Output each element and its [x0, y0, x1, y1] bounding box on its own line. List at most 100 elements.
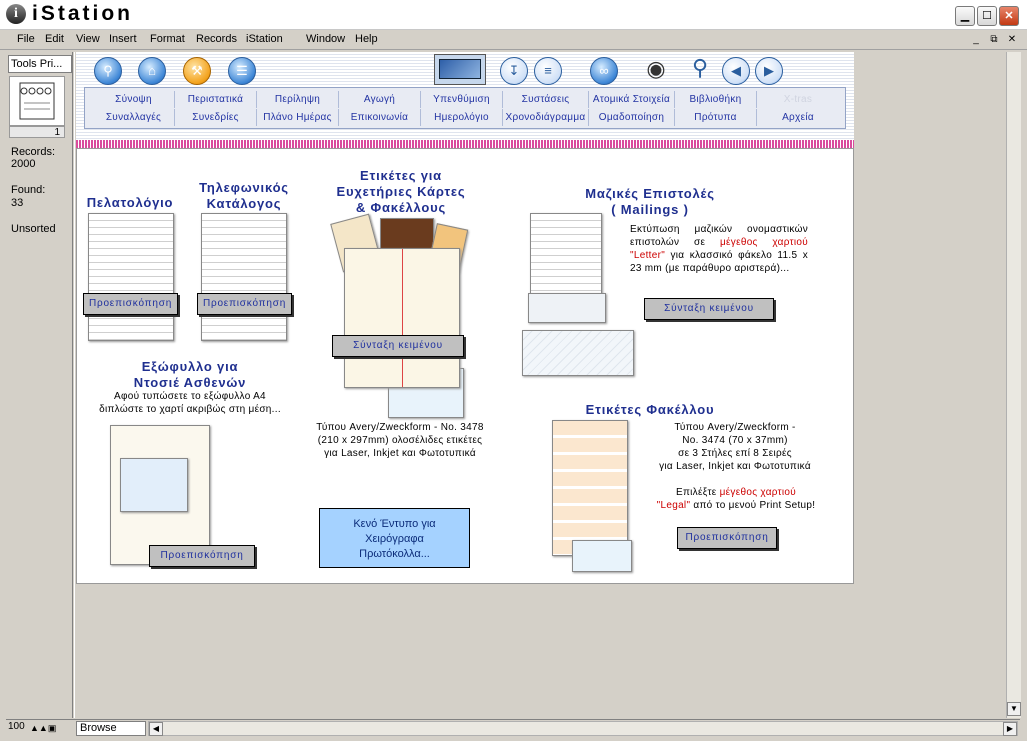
letter-thumbnail [530, 213, 602, 295]
records-label: Records: [11, 146, 56, 158]
mass-letters-compose-button[interactable]: Σύνταξη κειμένου [644, 298, 774, 320]
tab-calendar[interactable]: Ημερολόγιο [421, 109, 503, 126]
eye-icon[interactable]: ◉ [634, 58, 678, 80]
close-button[interactable]: ✕ [999, 6, 1019, 26]
greeting-labels-title-1: Ετικέτες για [360, 168, 442, 183]
tab-transactions[interactable]: Συναλλαγές [93, 109, 175, 126]
list-icon[interactable]: ☰ [228, 57, 256, 85]
maximize-button[interactable]: ☐ [977, 6, 997, 26]
patient-cover-barcode-image [120, 458, 188, 512]
title-bar [0, 0, 1027, 30]
blank-form-line-1: Κενό Έντυπο για [353, 518, 436, 530]
link-icon[interactable]: ∞ [590, 57, 618, 85]
found-value: 33 [11, 197, 24, 209]
tab-schedule[interactable]: Χρονοδιάγραμμα [503, 109, 589, 126]
app-logo-icon: i [6, 4, 26, 24]
scroll-down-icon[interactable]: ▼ [1007, 702, 1021, 716]
zoom-level[interactable]: 100 [8, 721, 25, 732]
forward-icon[interactable]: ▶ [755, 57, 783, 85]
tab-abstract[interactable]: Περίληψη [257, 91, 339, 108]
greeting-labels-desc-2: (210 x 297mm) ολοσέλιδες ετικέτες [317, 435, 483, 446]
mdi-restore-button[interactable]: ⧉ [986, 33, 1002, 47]
horizontal-scrollbar[interactable]: ◀ ▶ [148, 721, 1018, 736]
patient-cover-desc-2: διπλώστε το χαρτί ακριβώς στη μέση... [99, 404, 281, 415]
mass-letters-desc: Εκτύπωση μαζικών ονομαστικών επιστολών σ… [630, 223, 808, 275]
menu-istation[interactable]: iStation [246, 33, 283, 45]
envelope-labels-thumbnail [552, 420, 628, 556]
envelope-labels-legal: "Legal" [656, 500, 691, 511]
tab-personal-details[interactable]: Ατομικά Στοιχεία [589, 91, 675, 108]
tab-templates[interactable]: Πρότυπα [675, 109, 757, 126]
tab-cases[interactable]: Περιστατικά [175, 91, 257, 108]
found-label: Found: [11, 184, 46, 196]
client-list-title: Πελατολόγιο [86, 195, 174, 210]
records-value: 2000 [11, 158, 36, 170]
menu-format[interactable]: Format [150, 33, 185, 45]
blank-form-button[interactable]: Κενό Έντυπο για Χειρόγραφα Πρωτόκολλα... [319, 508, 470, 568]
patient-cover-preview-button[interactable]: Προεπισκόπηση [149, 545, 255, 567]
back-icon[interactable]: ◀ [722, 57, 750, 85]
greeting-labels-compose-button[interactable]: Σύνταξη κειμένου [332, 335, 464, 357]
tab-treatment[interactable]: Αγωγή [339, 91, 421, 108]
menu-records[interactable]: Records [196, 33, 237, 45]
envelope-labels-select-note: Επιλέξτε μέγεθος χαρτιού "Legal" από το μ… [650, 486, 822, 512]
menu-help[interactable]: Help [355, 33, 378, 45]
app-title: iStation [32, 2, 133, 25]
magnifier-icon[interactable]: ⚲ [690, 55, 710, 85]
phone-directory-title-2: Κατάλογος [206, 196, 282, 211]
envelope-labels-preview-button[interactable]: Προεπισκόπηση [677, 527, 777, 549]
envelope-labels-envelope-image [572, 540, 632, 572]
vertical-scrollbar[interactable]: ▼ [1006, 52, 1021, 718]
tab-day-plan[interactable]: Πλάνο Ημέρας [257, 109, 339, 126]
greeting-labels-thumbnail [344, 248, 460, 388]
tab-communication[interactable]: Επικοινωνία [339, 109, 421, 126]
home-icon[interactable]: ⌂ [138, 57, 166, 85]
envelope-labels-desc-3: σε 3 Στήλες επί 8 Σειρές [678, 448, 792, 459]
envelope-labels-desc-4: για Laser, Inkjet και Φωτοτυπικά [659, 461, 811, 472]
tab-sessions[interactable]: Συνεδρίες [175, 109, 257, 126]
sort-list-icon[interactable]: ≡ [534, 57, 562, 85]
tab-library[interactable]: Βιβλιοθήκη [675, 91, 757, 108]
book-icon[interactable] [9, 76, 65, 126]
mode-select[interactable]: Browse [76, 721, 146, 736]
sort-status: Unsorted [11, 223, 56, 235]
envelope-labels-desc-2: No. 3474 (70 x 37mm) [682, 435, 788, 446]
record-slider[interactable]: 1 [9, 126, 65, 138]
sidebar-divider [74, 52, 75, 718]
zoom-controls-icon[interactable]: ▲▲▣ [30, 723, 70, 734]
minimize-button[interactable]: ▁ [955, 6, 975, 26]
tab-reminder[interactable]: Υπενθύμιση [421, 91, 503, 108]
menu-view[interactable]: View [76, 33, 100, 45]
card-image [439, 59, 481, 79]
mass-letters-title-1: Μαζικές Επιστολές [585, 186, 715, 201]
mdi-close-button[interactable]: ✕ [1004, 33, 1020, 47]
tab-recommendations[interactable]: Συστάσεις [503, 91, 589, 108]
tab-grouping[interactable]: Ομαδοποίηση [589, 109, 675, 126]
greeting-labels-desc-1: Τύπου Avery/Zweckform - No. 3478 [316, 422, 484, 433]
tools-icon[interactable]: ⚒ [183, 57, 211, 85]
tab-files[interactable]: Αρχεία [757, 109, 839, 126]
tab-xtras[interactable]: X-tras [757, 91, 839, 108]
menu-edit[interactable]: Edit [45, 33, 64, 45]
menu-window[interactable]: Window [306, 33, 345, 45]
patient-cover-title-2: Ντοσιέ Ασθενών [133, 375, 247, 390]
header-divider [76, 140, 854, 148]
menu-insert[interactable]: Insert [109, 33, 137, 45]
scroll-right-icon[interactable]: ▶ [1003, 722, 1017, 736]
phone-directory-title-1: Τηλεφωνικός [199, 180, 289, 195]
phone-directory-preview-button[interactable]: Προεπισκόπηση [197, 293, 292, 315]
menu-bar: File Edit View Insert Format Records iSt… [0, 30, 1027, 50]
envelope-labels-select-a: Επιλέξτε [675, 487, 717, 498]
phone-directory-thumbnail [201, 213, 287, 341]
sort-down-icon[interactable]: ↧ [500, 57, 528, 85]
scroll-left-icon[interactable]: ◀ [149, 722, 163, 736]
greeting-labels-title-2: Ευχετήριες Κάρτες [336, 184, 466, 199]
envelope-labels-select-b: από το μενού Print Setup! [693, 500, 816, 511]
envelope-stack-image [522, 330, 634, 376]
tab-summary[interactable]: Σύνοψη [93, 91, 175, 108]
mdi-minimize-button[interactable]: _ [968, 33, 984, 47]
client-list-preview-button[interactable]: Προεπισκόπηση [83, 293, 178, 315]
menu-file[interactable]: File [17, 33, 35, 45]
search-icon[interactable]: ⚲ [94, 57, 122, 85]
layout-select[interactable]: Tools Pri... [8, 55, 72, 73]
